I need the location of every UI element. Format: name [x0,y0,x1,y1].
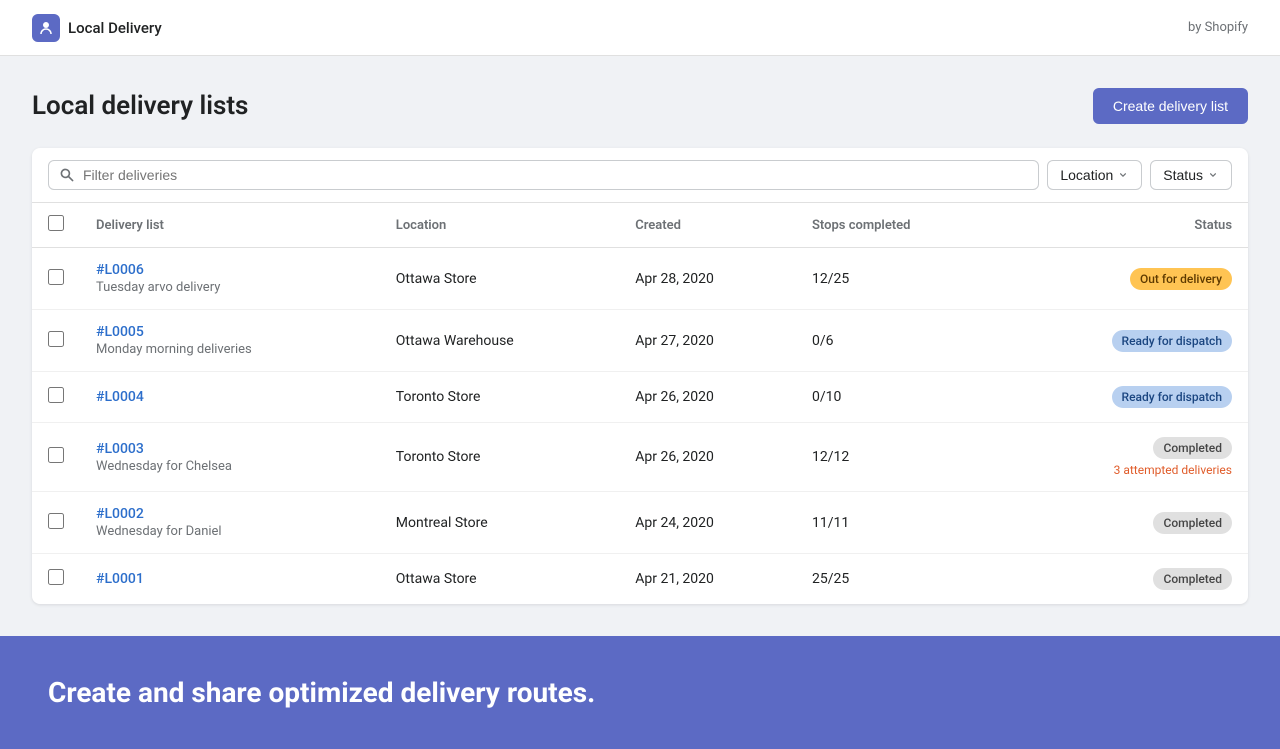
col-created: Created [619,203,796,248]
cell-created: Apr 27, 2020 [619,310,796,372]
cell-delivery-list: #L0004 [80,372,380,423]
cell-status: Ready for dispatch [1004,372,1248,423]
delivery-subtitle: Tuesday arvo delivery [96,280,364,295]
status-badge: Completed [1153,568,1232,590]
delivery-id-link[interactable]: #L0002 [96,506,364,522]
status-badge: Completed [1153,437,1232,459]
cell-delivery-list: #L0003 Wednesday for Chelsea [80,423,380,492]
main-content: Local delivery lists Create delivery lis… [0,56,1280,636]
cell-status: Out for delivery [1004,248,1248,310]
cell-location: Ottawa Store [380,554,619,605]
app-header: Local Delivery by Shopify [0,0,1280,56]
cell-delivery-list: #L0001 [80,554,380,605]
cell-location: Toronto Store [380,423,619,492]
cell-status: Completed [1004,554,1248,605]
col-location: Location [380,203,619,248]
table-body: #L0006Tuesday arvo deliveryOttawa StoreA… [32,248,1248,605]
cell-location: Ottawa Warehouse [380,310,619,372]
table-row: #L0004 Toronto StoreApr 26, 20200/10 Ready… [32,372,1248,423]
delivery-id-link[interactable]: #L0001 [96,571,364,587]
search-wrapper [48,160,1039,190]
status-badge: Completed [1153,512,1232,534]
cell-stops: 0/10 [796,372,1004,423]
cell-stops: 12/12 [796,423,1004,492]
create-delivery-button[interactable]: Create delivery list [1093,88,1248,124]
cell-status: Ready for dispatch [1004,310,1248,372]
cell-delivery-list: #L0006 Tuesday arvo delivery [80,248,380,310]
cell-created: Apr 28, 2020 [619,248,796,310]
row-checkbox[interactable] [48,269,64,285]
status-filter-button[interactable]: Status [1150,160,1232,190]
status-badge: Out for delivery [1130,268,1232,290]
row-checkbox[interactable] [48,387,64,403]
brand-icon [32,14,60,42]
search-input[interactable] [83,167,1028,183]
page-header: Local delivery lists Create delivery lis… [32,88,1248,124]
delivery-id-link[interactable]: #L0005 [96,324,364,340]
footer-banner: Create and share optimized delivery rout… [0,636,1280,749]
select-all-checkbox[interactable] [48,215,64,231]
row-checkbox[interactable] [48,331,64,347]
search-icon [59,167,75,183]
cell-delivery-list: #L0002 Wednesday for Daniel [80,492,380,554]
footer-banner-text: Create and share optimized delivery rout… [48,676,1232,709]
brand-area: Local Delivery [32,14,162,42]
delivery-subtitle: Monday morning deliveries [96,342,364,357]
brand-name: Local Delivery [68,19,162,37]
cell-location: Toronto Store [380,372,619,423]
table-row: #L0002 Wednesday for Daniel Montreal Store… [32,492,1248,554]
table-row: #L0005 Monday morning deliveries Ottawa Wa… [32,310,1248,372]
cell-status: Completed [1004,492,1248,554]
cell-stops: 12/25 [796,248,1004,310]
cell-location: Montreal Store [380,492,619,554]
cell-status: Completed 3 attempted deliveries [1004,423,1248,492]
cell-created: Apr 26, 2020 [619,372,796,423]
delivery-id-link[interactable]: #L0003 [96,441,364,457]
table-row: #L0003 Wednesday for Chelsea Toronto Store… [32,423,1248,492]
cell-stops: 0/6 [796,310,1004,372]
col-delivery-list: Delivery list [80,203,380,248]
delivery-subtitle: Wednesday for Chelsea [96,459,364,474]
status-badge: Ready for dispatch [1112,386,1232,408]
cell-location: Ottawa Store [380,248,619,310]
cell-delivery-list: #L0005 Monday morning deliveries [80,310,380,372]
cell-created: Apr 21, 2020 [619,554,796,605]
cell-created: Apr 24, 2020 [619,492,796,554]
delivery-subtitle: Wednesday for Daniel [96,524,364,539]
table-row: #L0001 Ottawa StoreApr 21, 202025/25 Compl… [32,554,1248,605]
page-title: Local delivery lists [32,91,248,121]
row-checkbox[interactable] [48,513,64,529]
status-badge: Ready for dispatch [1112,330,1232,352]
attempted-deliveries-link[interactable]: 3 attempted deliveries [1114,463,1232,477]
location-filter-button[interactable]: Location [1047,160,1142,190]
col-stops: Stops completed [796,203,1004,248]
row-checkbox[interactable] [48,569,64,585]
shopify-label: by Shopify [1188,20,1248,35]
delivery-id-link[interactable]: #L0006 [96,262,364,278]
cell-created: Apr 26, 2020 [619,423,796,492]
table-row: #L0006 Tuesday arvo delivery Ottawa StoreA… [32,248,1248,310]
filter-bar: Location Status [32,148,1248,203]
chevron-down-icon [1117,169,1129,181]
deliveries-table: Delivery list Location Created Stops com… [32,203,1248,604]
cell-stops: 11/11 [796,492,1004,554]
delivery-id-link[interactable]: #L0004 [96,389,364,405]
chevron-down-icon [1207,169,1219,181]
col-status: Status [1004,203,1248,248]
cell-stops: 25/25 [796,554,1004,605]
table-header: Delivery list Location Created Stops com… [32,203,1248,248]
row-checkbox[interactable] [48,447,64,463]
delivery-list-card: Location Status Delivery list Location C [32,148,1248,604]
